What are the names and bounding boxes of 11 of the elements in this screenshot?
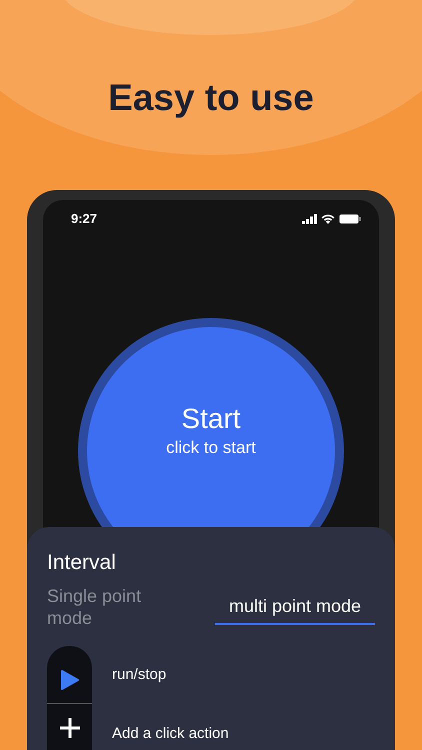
mode-tab[interactable]: Single point mode	[47, 584, 175, 636]
plus-icon	[58, 716, 80, 739]
status-time: 9:27	[71, 210, 98, 228]
action-label[interactable]: Add a click action	[112, 722, 229, 746]
battery-icon	[339, 214, 361, 224]
headline: Easy to use	[108, 76, 314, 120]
mode-tab[interactable]: multi point mode	[215, 584, 375, 626]
signal-icon	[302, 214, 317, 224]
action-label[interactable]: run/stop	[112, 664, 166, 686]
wifi-icon	[321, 214, 335, 224]
play-icon	[60, 670, 78, 690]
